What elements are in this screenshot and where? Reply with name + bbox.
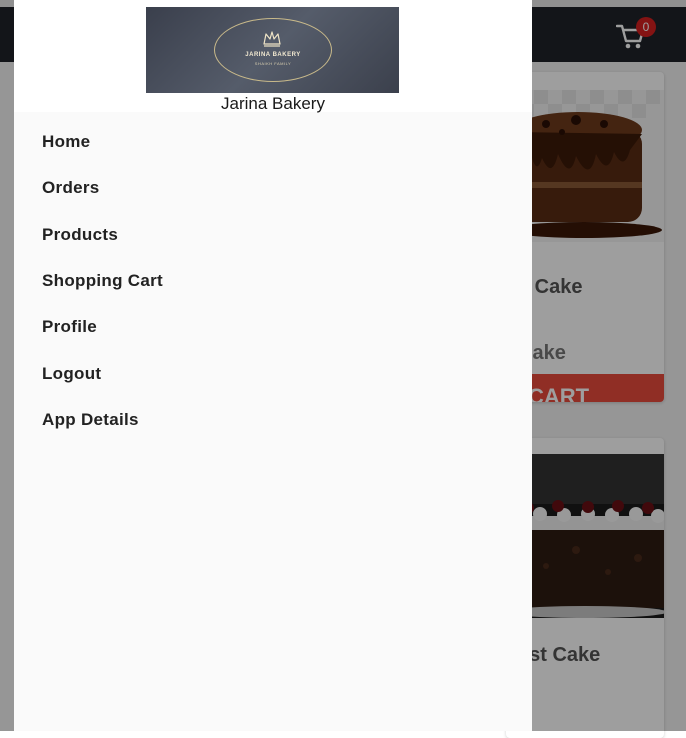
drawer-header: JARINA BAKERY SHAIKH FAMILY Jarina Baker…: [14, 0, 532, 113]
bakery-logo: JARINA BAKERY SHAIKH FAMILY: [146, 7, 399, 93]
menu-item-products[interactable]: Products: [14, 212, 532, 258]
menu-item-app-details[interactable]: App Details: [14, 397, 532, 443]
navigation-drawer: JARINA BAKERY SHAIKH FAMILY Jarina Baker…: [14, 0, 532, 731]
menu-item-profile[interactable]: Profile: [14, 304, 532, 350]
logo-subtext: SHAIKH FAMILY: [254, 61, 292, 66]
menu-item-shopping-cart[interactable]: Shopping Cart: [14, 258, 532, 304]
logo-ring: JARINA BAKERY SHAIKH FAMILY: [214, 18, 332, 82]
menu-item-logout[interactable]: Logout: [14, 350, 532, 396]
menu-item-orders[interactable]: Orders: [14, 165, 532, 211]
crown-icon: [263, 31, 281, 47]
logo-text: JARINA BAKERY: [245, 52, 301, 58]
drawer-title: Jarina Bakery: [221, 94, 325, 113]
menu-item-home[interactable]: Home: [14, 119, 532, 165]
drawer-menu: Home Orders Products Shopping Cart Profi…: [14, 112, 532, 443]
